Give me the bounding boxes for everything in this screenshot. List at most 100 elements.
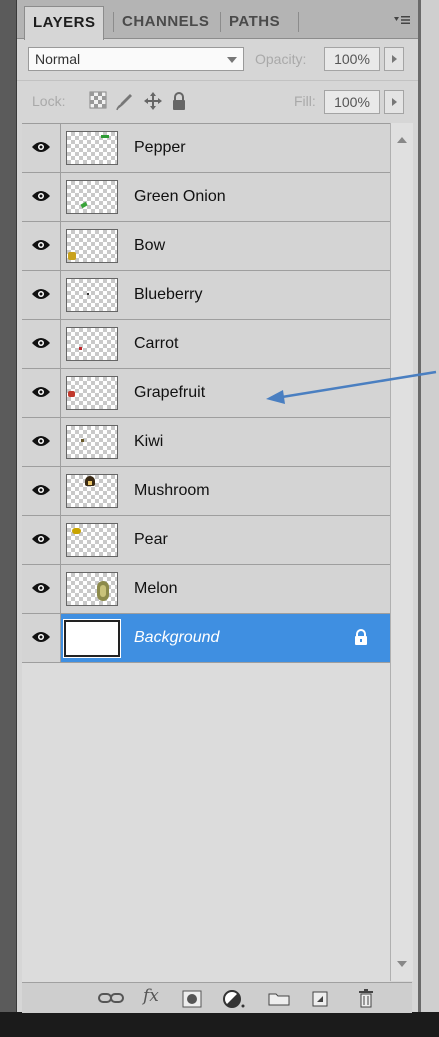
fill-input[interactable]: 100%: [324, 90, 380, 114]
layer-row-carrot[interactable]: Carrot: [22, 320, 390, 369]
layer-row-bow[interactable]: Bow: [22, 222, 390, 271]
layer-thumbnail: [66, 180, 118, 214]
bottom-window-edge: [0, 1012, 439, 1037]
layer-row-blueberry[interactable]: Blueberry: [22, 271, 390, 320]
eye-icon: [32, 485, 50, 495]
grapefruit-thumb-art: [68, 391, 75, 397]
eye-icon: [32, 240, 50, 250]
layer-thumbnail: [66, 523, 118, 557]
layers-list: Pepper Green Onion Bow Blueberry Carrot …: [22, 123, 390, 982]
tab-divider: [298, 12, 299, 32]
link-layers-icon[interactable]: [98, 992, 124, 1004]
eye-icon: [32, 632, 50, 642]
fill-label: Fill:: [294, 93, 316, 109]
new-group-icon[interactable]: [268, 992, 290, 1006]
tab-channels[interactable]: CHANNELS: [114, 6, 217, 38]
visibility-toggle[interactable]: [22, 418, 61, 466]
opacity-input[interactable]: 100%: [324, 47, 380, 71]
visibility-toggle[interactable]: [22, 614, 61, 662]
lock-row: Lock: Fill: 100%: [17, 80, 418, 121]
layer-style-icon[interactable]: fx: [143, 986, 159, 1006]
blend-row: Normal Opacity: 100%: [17, 39, 418, 79]
visibility-toggle[interactable]: [22, 369, 61, 417]
visibility-toggle[interactable]: [22, 565, 61, 613]
layer-thumbnail: [66, 474, 118, 508]
blend-mode-select[interactable]: Normal: [28, 47, 244, 71]
layer-name[interactable]: Pear: [134, 531, 168, 549]
layer-row-green-onion[interactable]: Green Onion: [22, 173, 390, 222]
eye-icon: [32, 191, 50, 201]
lock-options: [89, 91, 187, 111]
bow-thumb-art: [68, 252, 76, 260]
carrot-thumb-art: [79, 347, 82, 350]
chevron-down-icon: [227, 57, 237, 63]
fill-slider-button[interactable]: [384, 90, 404, 114]
lock-image-pixels-icon[interactable]: [115, 91, 135, 111]
layer-name[interactable]: Pepper: [134, 139, 186, 157]
visibility-toggle[interactable]: [22, 124, 61, 172]
lock-all-icon[interactable]: [171, 91, 187, 111]
layers-bottom-toolbar: fx: [22, 982, 412, 1013]
visibility-toggle[interactable]: [22, 320, 61, 368]
layer-row-mushroom[interactable]: Mushroom: [22, 467, 390, 516]
layer-name[interactable]: Carrot: [134, 335, 178, 353]
panel-menu-icon[interactable]: [394, 14, 410, 28]
layer-thumbnail: [66, 229, 118, 263]
layer-row-pepper[interactable]: Pepper: [22, 124, 390, 173]
layer-name[interactable]: Background: [134, 629, 219, 647]
visibility-toggle[interactable]: [22, 467, 61, 515]
layers-scrollbar[interactable]: [390, 123, 413, 981]
mushroom-thumb-art-highlight: [88, 481, 92, 485]
layer-name[interactable]: Kiwi: [134, 433, 163, 451]
adjustment-layer-icon[interactable]: [222, 989, 246, 1009]
scroll-up-icon[interactable]: [397, 137, 407, 143]
layer-name[interactable]: Melon: [134, 580, 178, 598]
layers-panel: LAYERS CHANNELS PATHS Normal Opacity: 10…: [17, 0, 418, 1013]
visibility-toggle[interactable]: [22, 516, 61, 564]
right-window-edge: [418, 0, 439, 1012]
layer-name[interactable]: Bow: [134, 237, 165, 255]
layer-row-grapefruit[interactable]: Grapefruit: [22, 369, 390, 418]
lock-position-icon[interactable]: [143, 91, 163, 111]
eye-icon: [32, 387, 50, 397]
panel-tab-bar: LAYERS CHANNELS PATHS: [17, 0, 418, 40]
layer-name[interactable]: Blueberry: [134, 286, 202, 304]
visibility-toggle[interactable]: [22, 222, 61, 270]
eye-icon: [32, 583, 50, 593]
layer-thumbnail: [64, 620, 120, 657]
eye-icon: [32, 142, 50, 152]
layer-name[interactable]: Mushroom: [134, 482, 210, 500]
pear-thumb-art: [72, 528, 81, 534]
layer-thumbnail: [66, 131, 118, 165]
eye-icon: [32, 436, 50, 446]
eye-icon: [32, 338, 50, 348]
layer-row-background[interactable]: Background: [22, 614, 390, 663]
opacity-slider-button[interactable]: [384, 47, 404, 71]
visibility-toggle[interactable]: [22, 271, 61, 319]
melon-thumb-art-highlight: [100, 585, 106, 597]
layer-row-pear[interactable]: Pear: [22, 516, 390, 565]
lock-transparent-pixels-icon[interactable]: [89, 91, 107, 109]
tab-paths[interactable]: PATHS: [221, 6, 288, 38]
layer-thumbnail: [66, 425, 118, 459]
tab-layers[interactable]: LAYERS: [24, 6, 105, 40]
layer-thumbnail: [66, 327, 118, 361]
layer-name[interactable]: Grapefruit: [134, 384, 205, 402]
green-onion-thumb-art: [80, 201, 88, 209]
new-layer-icon[interactable]: [312, 991, 328, 1007]
opacity-label: Opacity:: [255, 51, 307, 67]
visibility-toggle[interactable]: [22, 173, 61, 221]
add-mask-icon[interactable]: [182, 990, 202, 1008]
left-window-edge: [0, 0, 17, 1037]
pepper-thumb-art: [101, 135, 109, 138]
delete-layer-icon[interactable]: [358, 988, 374, 1008]
layer-row-kiwi[interactable]: Kiwi: [22, 418, 390, 467]
scroll-down-icon[interactable]: [397, 961, 407, 967]
layer-name[interactable]: Green Onion: [134, 188, 226, 206]
blueberry-thumb-art: [87, 293, 89, 295]
kiwi-thumb-art: [81, 439, 84, 442]
lock-icon: [355, 629, 367, 645]
layer-row-melon[interactable]: Melon: [22, 565, 390, 614]
eye-icon: [32, 289, 50, 299]
layer-thumbnail: [66, 278, 118, 312]
